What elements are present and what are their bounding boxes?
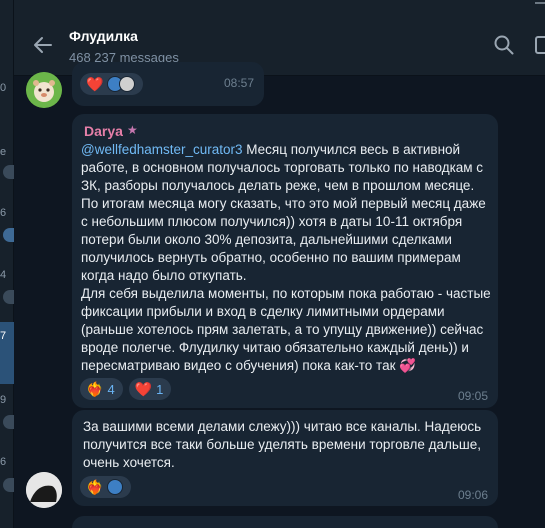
reactor-avatar: [107, 479, 124, 495]
message-bubble[interactable]: [72, 516, 498, 528]
avatar[interactable]: [26, 472, 62, 508]
mention-link[interactable]: @wellfedhamster_curator3: [81, 142, 243, 157]
reaction-pill[interactable]: ❤️‍🔥: [80, 476, 132, 498]
heart-fire-icon: ❤️‍🔥: [86, 380, 104, 397]
star-icon: ★: [127, 123, 138, 137]
message-bubble[interactable]: Darya ★ @wellfedhamster_curator3 Месяц п…: [72, 114, 498, 408]
chat-list-strip: 0 e 6 4 7 9 6: [0, 0, 15, 528]
heart-icon: ❤️: [86, 75, 104, 92]
back-arrow-icon[interactable]: [32, 34, 54, 56]
user-photo-icon: [26, 472, 62, 508]
message-text: @wellfedhamster_curator3 Месяц получился…: [81, 141, 491, 375]
reactor-avatars: [107, 76, 136, 92]
sidebar-toggle-icon[interactable]: [535, 36, 545, 54]
reactions-row: ❤️‍🔥 4 ❤️ 1: [80, 378, 172, 400]
hamster-avatar-icon: [26, 72, 62, 108]
reaction-pill[interactable]: ❤️: [80, 73, 144, 95]
chat-title[interactable]: Флудилка: [69, 28, 138, 44]
chat-list-edge-label: 6: [0, 207, 7, 219]
message-list[interactable]: ❤️ 08:57 Darya ★ @wellfedhamster_curator…: [14, 62, 545, 528]
reaction-pill[interactable]: ❤️‍🔥 4: [80, 378, 123, 400]
reaction-pill[interactable]: ❤️ 1: [128, 378, 172, 400]
avatar[interactable]: [26, 72, 62, 108]
active-chat-item[interactable]: 7: [0, 322, 14, 384]
chat-list-edge-label: 4: [0, 269, 7, 281]
message-time: 08:57: [223, 76, 254, 90]
chat-list-edge-label: 9: [0, 394, 7, 406]
chat-list-edge-label: 6: [0, 456, 7, 468]
reaction-count: 4: [107, 381, 115, 397]
sender-name[interactable]: Darya: [84, 123, 123, 139]
reactions-row: ❤️: [80, 73, 144, 95]
message-time: 09:06: [457, 488, 488, 502]
reactor-avatar: [119, 76, 136, 92]
chat-list-edge-label: e: [0, 146, 7, 158]
message-bubble[interactable]: За вашими всеми делами слежу))) читаю вс…: [72, 410, 498, 506]
reaction-count: 1: [156, 381, 164, 397]
chat-list-edge-label: 7: [0, 330, 7, 342]
search-icon[interactable]: [493, 34, 515, 56]
reactor-avatars: [107, 479, 124, 495]
minimize-icon[interactable]: [535, 2, 545, 4]
message-text: За вашими всеми делами слежу))) читаю вс…: [83, 419, 482, 470]
heart-fire-icon: ❤️‍🔥: [86, 478, 104, 495]
message-bubble[interactable]: ❤️ 08:57: [72, 62, 264, 106]
window-titlebar: [14, 0, 545, 14]
reactions-row: ❤️‍🔥: [80, 476, 132, 498]
message-body: Месяц получился весь в активной работе, …: [81, 142, 491, 373]
chat-list-edge-label: 0: [0, 82, 7, 94]
message-time: 09:05: [457, 389, 488, 403]
heart-icon: ❤️: [134, 380, 153, 397]
